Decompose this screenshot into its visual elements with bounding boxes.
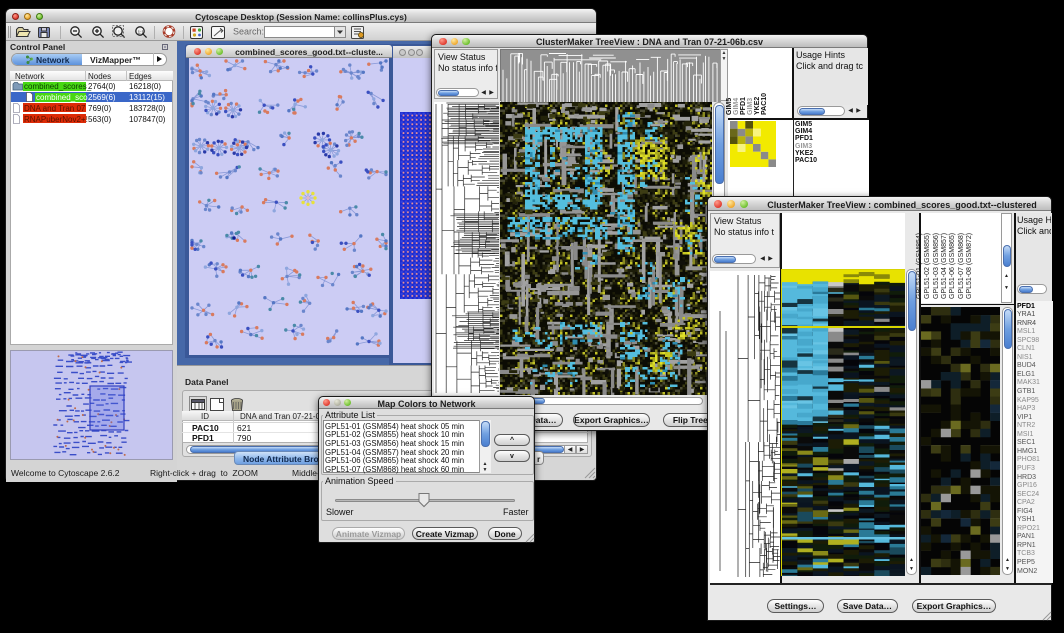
svg-text:Search:: Search: [233,27,264,37]
svg-text:1:1: 1:1 [138,29,145,34]
